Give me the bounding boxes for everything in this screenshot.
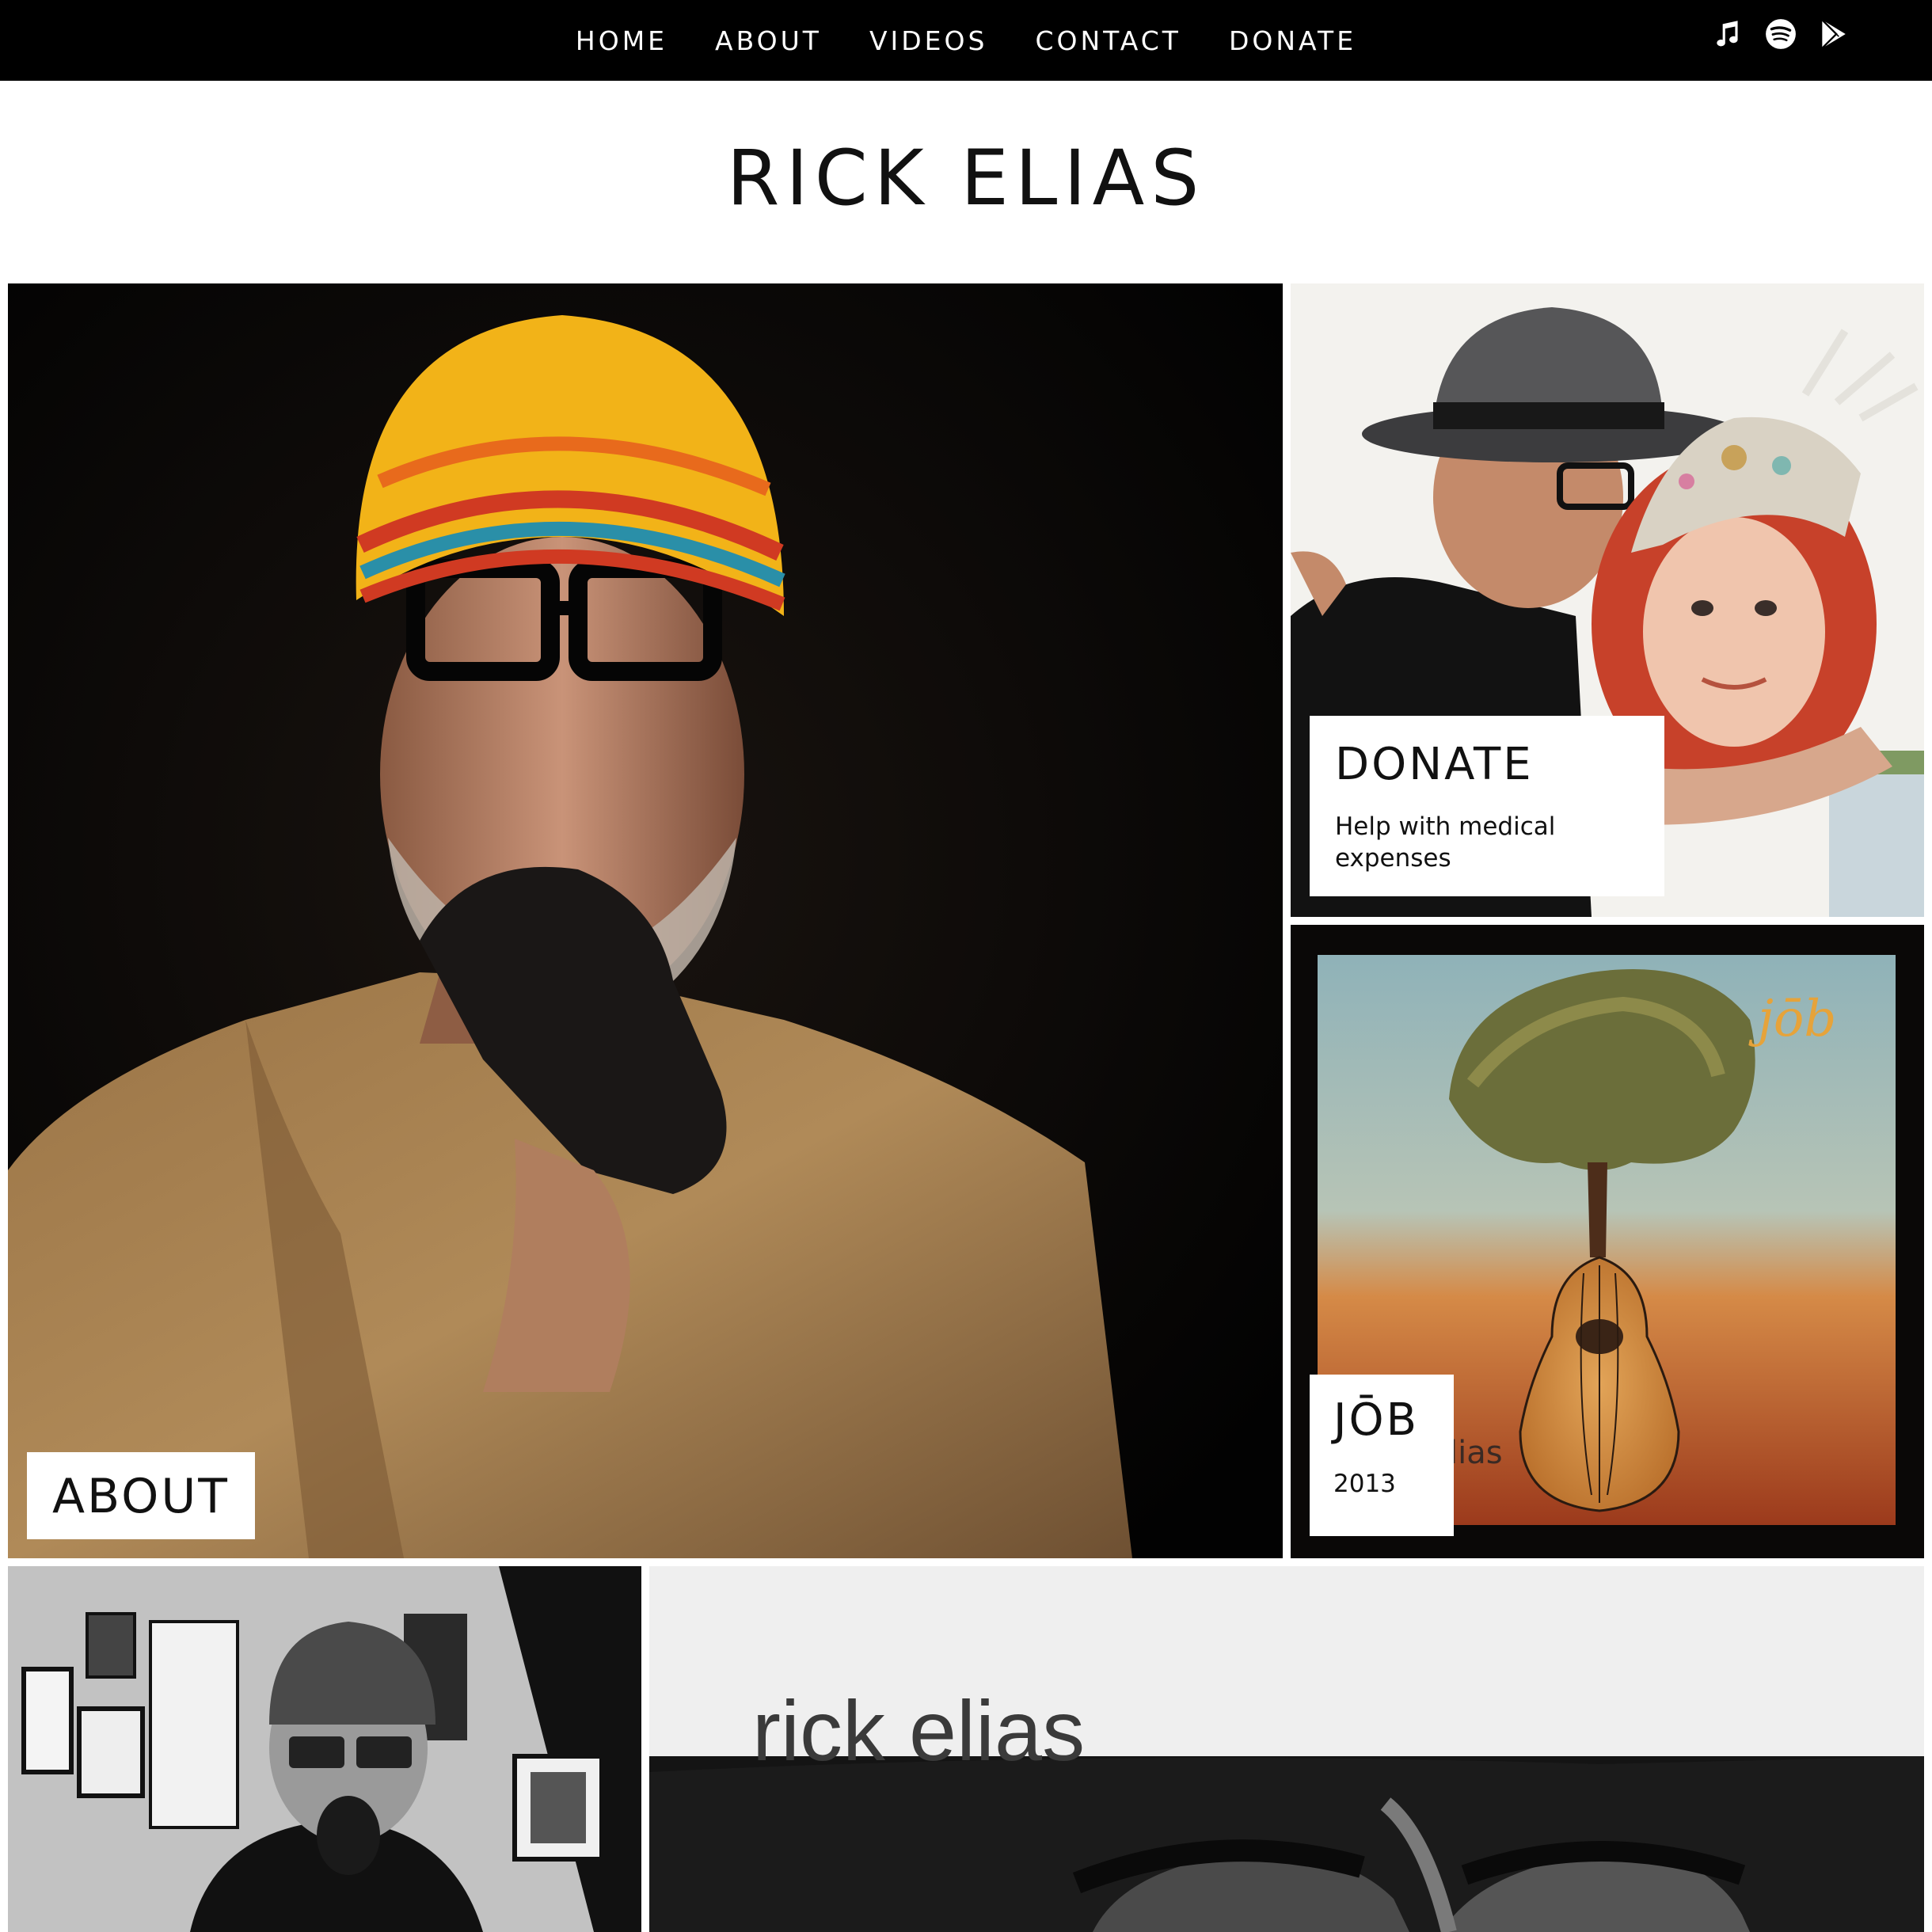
nav-home-link[interactable]: HOME bbox=[576, 25, 667, 56]
site-title[interactable]: RICK ELIAS bbox=[0, 127, 1932, 230]
google-play-icon[interactable] bbox=[1816, 17, 1850, 51]
studio-photo-tile[interactable] bbox=[8, 1566, 641, 1932]
job-cover-lettering: jōb bbox=[1748, 990, 1836, 1048]
album-cover-lettering: rick elias bbox=[752, 1683, 1085, 1778]
spotify-icon[interactable] bbox=[1764, 17, 1797, 51]
about-portrait-image bbox=[8, 283, 1283, 1558]
donate-label-subtitle: Help with medical expenses bbox=[1335, 812, 1556, 873]
rick-elias-album-tile[interactable]: rick elias bbox=[649, 1566, 1924, 1932]
nav-menu: HOME ABOUT VIDEOS CONTACT DONATE bbox=[0, 0, 1932, 81]
social-links bbox=[1712, 17, 1850, 51]
studio-bw-photo-image bbox=[8, 1566, 641, 1932]
rick-elias-album-cover-image: rick elias bbox=[649, 1566, 1924, 1932]
donate-tile[interactable]: DONATE Help with medical expenses bbox=[1291, 283, 1924, 917]
about-label[interactable]: ABOUT bbox=[27, 1452, 255, 1539]
job-cover-lettering-artist: lias bbox=[1449, 1435, 1503, 1471]
nav-donate-link[interactable]: DONATE bbox=[1229, 25, 1356, 56]
top-navigation-bar: HOME ABOUT VIDEOS CONTACT DONATE bbox=[0, 0, 1932, 81]
nav-videos-link[interactable]: VIDEOS bbox=[869, 25, 988, 56]
about-tile[interactable]: ABOUT bbox=[8, 283, 1283, 1558]
job-label[interactable]: JŌB 2013 bbox=[1310, 1375, 1454, 1536]
job-label-title: JŌB bbox=[1333, 1394, 1420, 1446]
nav-contact-link[interactable]: CONTACT bbox=[1035, 25, 1181, 56]
about-label-title: ABOUT bbox=[52, 1469, 230, 1524]
job-label-year: 2013 bbox=[1333, 1470, 1396, 1498]
donate-label-title: DONATE bbox=[1335, 739, 1534, 790]
donate-label[interactable]: DONATE Help with medical expenses bbox=[1310, 716, 1664, 896]
itunes-music-note-icon[interactable] bbox=[1712, 17, 1745, 51]
job-album-tile[interactable]: jōb lias JŌB 2013 bbox=[1291, 925, 1924, 1558]
nav-about-link[interactable]: ABOUT bbox=[715, 25, 822, 56]
